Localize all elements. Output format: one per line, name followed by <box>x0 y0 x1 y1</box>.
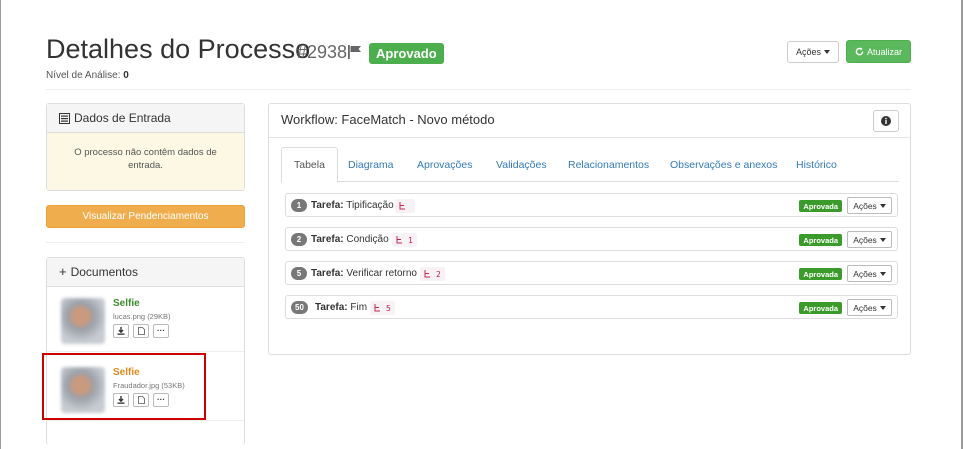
task-number: 50 <box>291 301 308 314</box>
file-icon <box>137 327 145 335</box>
task-row: 50 Tarefa: Fim 5 Aprovada Ações <box>285 295 898 319</box>
tree-icon <box>424 270 430 278</box>
caret-down-icon <box>824 50 830 54</box>
refresh-icon <box>855 47 864 56</box>
download-icon <box>117 327 125 335</box>
task-dependency-tag: 5 <box>370 301 395 315</box>
tab-historico[interactable]: Histórico <box>784 147 849 182</box>
task-name: Fim <box>350 302 368 313</box>
task-row: 2 Tarefa: Condição 1 Aprovada Ações <box>285 227 898 251</box>
task-label: Tarefa: Condição <box>311 234 389 245</box>
document-name[interactable]: Selfie <box>113 298 140 309</box>
caret-down-icon <box>879 271 886 276</box>
tree-icon <box>396 236 402 244</box>
page-title: Detalhes do Processo <box>46 34 311 64</box>
task-actions-button[interactable]: Ações <box>847 231 892 248</box>
task-dependency: 1 <box>408 235 413 245</box>
task-label: Tarefa: Fim <box>315 302 367 313</box>
task-number: 1 <box>291 199 307 212</box>
entrada-empty-message: O processo não contêm dados de entrada. <box>47 133 244 190</box>
task-actions-label: Ações <box>853 268 877 279</box>
task-actions-label: Ações <box>853 302 877 313</box>
process-id: #2938 <box>297 42 348 62</box>
task-status-badge: Aprovada <box>799 234 842 246</box>
task-dependency-tag: 2 <box>420 267 445 281</box>
analysis-level-label: Nível de Análise: <box>46 70 121 81</box>
document-file: lucas.png (29KB) <box>113 312 171 321</box>
task-actions-label: Ações <box>853 234 877 245</box>
analysis-level: Nível de Análise: 0 <box>46 70 129 81</box>
tab-relacionamentos[interactable]: Relacionamentos <box>556 147 661 182</box>
tab-validacoes[interactable]: Validações <box>484 147 559 182</box>
task-dependency: 2 <box>436 269 441 279</box>
caret-down-icon <box>879 237 886 242</box>
task-actions-label: Ações <box>853 200 877 211</box>
more-button[interactable]: ··· <box>153 324 169 338</box>
workflow-tabs: Tabela Diagrama Aprovações Validações Re… <box>281 147 899 183</box>
documents-title: Documentos <box>70 265 138 279</box>
task-dependency: 5 <box>386 303 391 313</box>
tab-tabela[interactable]: Tabela <box>281 147 338 183</box>
tree-icon <box>374 304 380 312</box>
task-name: Tipificação <box>346 200 394 211</box>
task-status-badge: Aprovada <box>799 302 842 314</box>
task-row: 5 Tarefa: Verificar retorno 2 Aprovada A… <box>285 261 898 285</box>
task-number: 5 <box>291 267 307 280</box>
entrada-panel-heading: Dados de Entrada <box>47 104 244 133</box>
refresh-button[interactable]: Atualizar <box>846 40 911 63</box>
ellipsis-icon: ··· <box>157 326 165 335</box>
caret-down-icon <box>879 203 886 208</box>
workflow-panel: Workflow: FaceMatch - Novo método Tabela… <box>268 103 911 355</box>
task-prefix: Tarefa: <box>311 268 344 279</box>
list-icon <box>59 112 70 124</box>
task-actions-button[interactable]: Ações <box>847 265 892 282</box>
document-separator <box>47 351 244 352</box>
refresh-label: Atualizar <box>866 46 902 57</box>
header-divider <box>46 89 911 90</box>
document-item: Selfie lucas.png (29KB) ··· <box>57 296 237 352</box>
document-thumbnail[interactable] <box>61 298 105 344</box>
task-number: 2 <box>291 233 307 246</box>
highlight-annotation <box>42 353 206 420</box>
task-dependency-tag <box>395 199 415 213</box>
task-actions-button[interactable]: Ações <box>847 299 892 316</box>
tab-aprovacoes[interactable]: Aprovações <box>405 147 484 182</box>
tab-observacoes[interactable]: Observações e anexos <box>658 147 789 182</box>
task-label: Tarefa: Verificar retorno <box>311 268 417 279</box>
actions-dropdown-button[interactable]: Ações <box>787 41 839 63</box>
task-row: 1 Tarefa: Tipificação Aprovada Ações <box>285 193 898 217</box>
task-status-badge: Aprovada <box>799 200 842 212</box>
view-pendencias-button[interactable]: Visualizar Pendenciamentos <box>46 205 245 228</box>
left-divider <box>46 242 245 243</box>
plus-icon: + <box>59 264 67 279</box>
download-button[interactable] <box>113 324 129 338</box>
info-button[interactable] <box>873 110 899 132</box>
entrada-title: Dados de Entrada <box>74 111 171 125</box>
task-prefix: Tarefa: <box>311 234 344 245</box>
document-separator <box>47 420 244 421</box>
task-prefix: Tarefa: <box>315 302 348 313</box>
task-dependency-tag: 1 <box>392 233 417 247</box>
workflow-title: Workflow: FaceMatch - Novo método <box>281 112 495 127</box>
analysis-level-value: 0 <box>123 70 129 81</box>
status-badge: Aprovado <box>369 43 444 64</box>
tab-diagrama[interactable]: Diagrama <box>336 147 406 182</box>
task-name: Condição <box>346 234 389 245</box>
info-icon <box>881 116 891 126</box>
pdf-button[interactable] <box>133 324 149 338</box>
flag-icon <box>347 44 363 60</box>
workflow-divider <box>269 137 910 138</box>
tree-icon <box>399 202 405 210</box>
task-status-badge: Aprovada <box>799 268 842 280</box>
actions-label: Ações <box>795 47 821 57</box>
entrada-panel: Dados de Entrada O processo não contêm d… <box>46 103 245 191</box>
task-name: Verificar retorno <box>346 268 417 279</box>
task-actions-button[interactable]: Ações <box>847 197 892 214</box>
task-label: Tarefa: Tipificação <box>311 200 394 211</box>
caret-down-icon <box>879 305 886 310</box>
documents-panel-heading[interactable]: + Documentos <box>47 258 244 287</box>
task-prefix: Tarefa: <box>311 200 344 211</box>
